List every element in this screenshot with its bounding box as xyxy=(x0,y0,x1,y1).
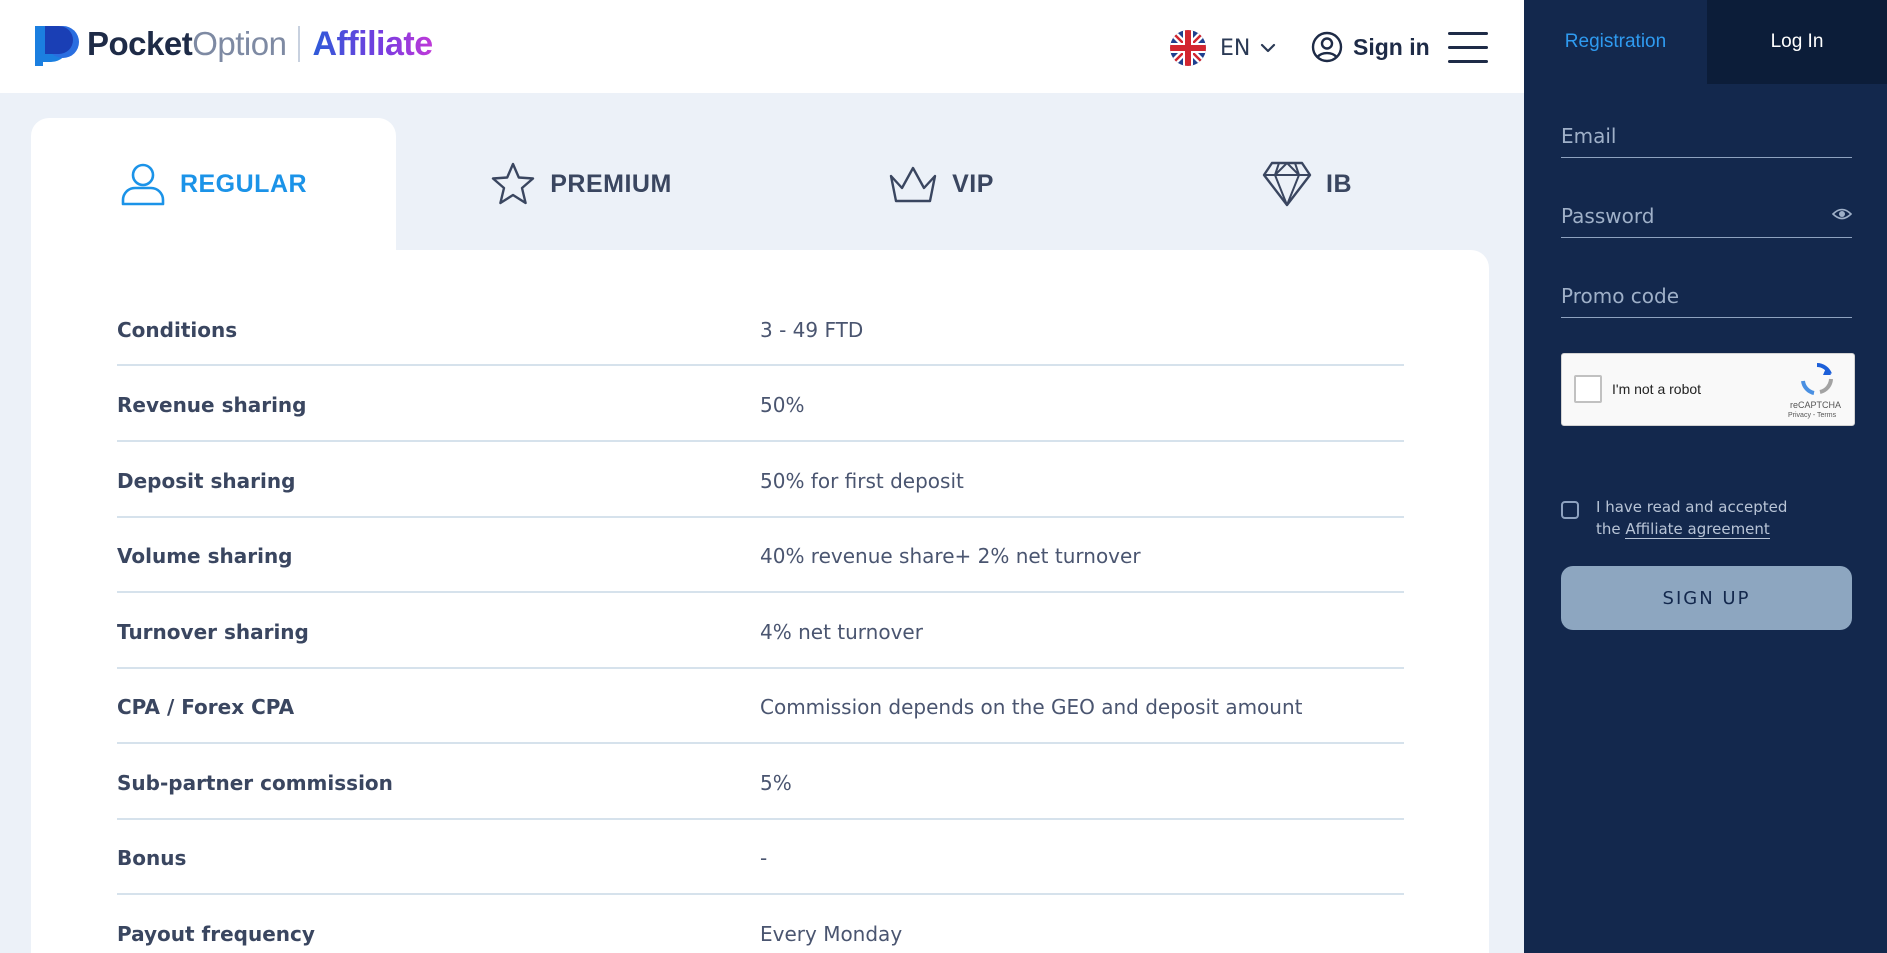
recaptcha-checkbox[interactable] xyxy=(1574,375,1602,403)
tab-vip[interactable]: VIP xyxy=(851,118,1031,250)
row-value: 50% xyxy=(760,393,805,417)
tab-premium[interactable]: PREMIUM xyxy=(456,118,706,250)
row-label: Volume sharing xyxy=(117,544,293,568)
user-circle-icon xyxy=(1311,31,1343,63)
password-field[interactable] xyxy=(1561,194,1852,238)
row-label: CPA / Forex CPA xyxy=(117,695,295,719)
table-row: Bonus - xyxy=(117,819,1404,895)
tab-regular-label: REGULAR xyxy=(179,169,308,198)
language-selector[interactable]: EN xyxy=(1170,30,1276,66)
agreement-text: I have read and accepted the Affiliate a… xyxy=(1596,496,1796,540)
row-value: Commission depends on the GEO and deposi… xyxy=(760,695,1303,719)
recaptcha-widget: I'm not a robot reCAPTCHA Privacy - Term… xyxy=(1561,353,1855,426)
password-input[interactable] xyxy=(1561,194,1852,237)
email-input[interactable] xyxy=(1561,114,1852,157)
language-code: EN xyxy=(1220,35,1251,61)
signup-button[interactable]: SIGN UP xyxy=(1561,566,1852,630)
tab-ib[interactable]: IB xyxy=(1227,118,1387,250)
row-value: 50% for first deposit xyxy=(760,469,964,493)
row-label: Conditions xyxy=(117,318,238,342)
logo[interactable]: Pocket Option Affiliate xyxy=(31,22,433,66)
tab-ib-label: IB xyxy=(1326,169,1352,198)
logo-divider xyxy=(298,26,301,62)
row-label: Sub-partner commission xyxy=(117,771,393,795)
tab-registration[interactable]: Registration xyxy=(1524,0,1707,84)
user-icon xyxy=(121,163,165,206)
eye-icon[interactable] xyxy=(1832,207,1852,221)
registration-sidebar: Registration Log In I'm not a robot reCA… xyxy=(1524,0,1887,953)
row-label: Turnover sharing xyxy=(117,620,309,644)
row-value: 3 - 49 FTD xyxy=(760,318,864,342)
tab-regular[interactable]: REGULAR xyxy=(31,118,396,250)
row-value: Every Monday xyxy=(760,922,903,946)
email-field[interactable] xyxy=(1561,114,1852,158)
row-value: 40% revenue share+ 2% net turnover xyxy=(760,544,1141,568)
uk-flag-icon xyxy=(1170,30,1206,66)
recaptcha-label: I'm not a robot xyxy=(1612,381,1702,397)
menu-burger-icon[interactable] xyxy=(1448,32,1488,64)
agreement-row: I have read and accepted the Affiliate a… xyxy=(1561,496,1796,540)
recaptcha-links[interactable]: Privacy - Terms xyxy=(1788,412,1836,419)
promo-code-input[interactable] xyxy=(1561,274,1852,317)
table-row: Volume sharing 40% revenue share+ 2% net… xyxy=(117,517,1404,593)
diamond-icon xyxy=(1262,161,1312,207)
signin-button[interactable]: Sign in xyxy=(1311,31,1430,63)
top-header: Pocket Option Affiliate EN Sign in xyxy=(0,0,1524,93)
affiliate-agreement-link[interactable]: Affiliate agreement xyxy=(1625,520,1770,539)
table-row: Revenue sharing 50% xyxy=(117,366,1404,442)
promo-field[interactable] xyxy=(1561,274,1852,318)
conditions-panel: Conditions 3 - 49 FTD Revenue sharing 50… xyxy=(31,250,1489,953)
signin-label: Sign in xyxy=(1353,33,1430,60)
tab-vip-label: VIP xyxy=(952,169,994,198)
logo-brand-light: Option xyxy=(192,25,287,62)
table-row: Deposit sharing 50% for first deposit xyxy=(117,442,1404,518)
row-label: Revenue sharing xyxy=(117,393,307,417)
agreement-checkbox[interactable] xyxy=(1561,501,1579,519)
plan-tabs: REGULAR PREMIUM VIP IB xyxy=(31,118,1489,250)
logo-affiliate: Affiliate xyxy=(312,24,433,63)
tab-premium-label: PREMIUM xyxy=(550,169,672,198)
row-value: - xyxy=(760,846,768,870)
table-row: Sub-partner commission 5% xyxy=(117,744,1404,820)
row-value: 4% net turnover xyxy=(760,620,923,644)
table-row: Conditions 3 - 49 FTD xyxy=(117,290,1404,366)
crown-icon xyxy=(889,166,937,203)
row-label: Deposit sharing xyxy=(117,469,296,493)
row-value: 5% xyxy=(760,771,792,795)
row-label: Payout frequency xyxy=(117,922,315,946)
table-row: Payout frequency Every Monday xyxy=(117,895,1404,953)
recaptcha-logo-icon xyxy=(1801,363,1833,395)
star-icon xyxy=(492,162,535,205)
tab-login[interactable]: Log In xyxy=(1707,0,1887,84)
recaptcha-brand: reCAPTCHA xyxy=(1790,400,1842,410)
table-row: Turnover sharing 4% net turnover xyxy=(117,593,1404,669)
pocket-option-logo-icon xyxy=(31,22,81,66)
row-label: Bonus xyxy=(117,846,187,870)
logo-brand-bold: Pocket xyxy=(87,25,193,62)
table-row: CPA / Forex CPA Commission depends on th… xyxy=(117,668,1404,744)
chevron-down-icon xyxy=(1261,43,1276,53)
